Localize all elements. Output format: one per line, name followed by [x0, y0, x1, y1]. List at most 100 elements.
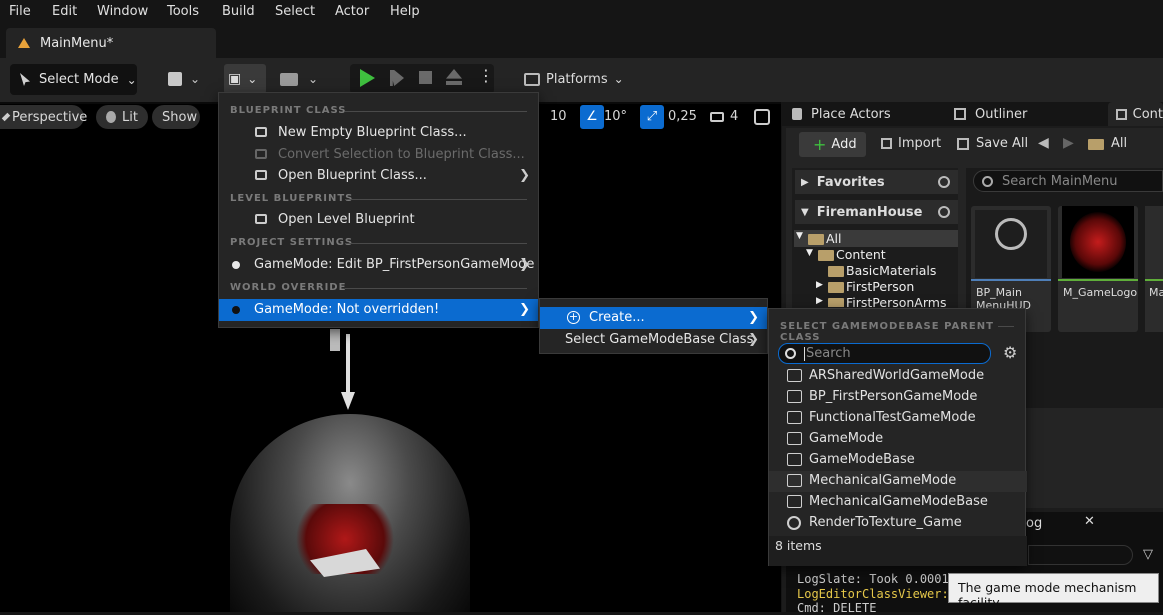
menu-edit[interactable]: Edit [52, 4, 77, 19]
item-label: Convert Selection to Blueprint Class... [278, 147, 525, 162]
play-icon[interactable] [360, 69, 375, 87]
tree-item-basicmaterials[interactable]: BasicMaterials [794, 263, 958, 279]
class-item[interactable]: RenderToTexture_Game [769, 513, 1027, 534]
class-item[interactable]: FunctionalTestGameMode [769, 408, 1027, 429]
create-item[interactable]: + Create... ❯ [540, 307, 767, 329]
chevron-right-icon: ❯ [748, 332, 759, 347]
menu-window[interactable]: Window [97, 4, 148, 19]
add-content-button[interactable]: ⌄ [168, 68, 200, 90]
asset-tile[interactable]: Ma [1145, 206, 1163, 332]
section-header: BLUEPRINT CLASS [230, 105, 347, 116]
convert-selection-item[interactable]: Convert Selection to Blueprint Class... [219, 144, 538, 166]
item-label: Open Blueprint Class... [278, 168, 427, 183]
perspective-button[interactable]: Perspective [0, 105, 87, 129]
tab-place-actors[interactable]: Place Actors [792, 102, 891, 126]
add-button[interactable]: + Add [799, 132, 866, 157]
tab-mainmenu[interactable]: MainMenu* [6, 28, 216, 58]
camera-speed-value[interactable]: 4 [730, 109, 738, 124]
tree-label: BasicMaterials [846, 263, 937, 278]
log-line: LogSlate: Took 0.0001 [797, 572, 949, 586]
class-item[interactable]: BP_FirstPersonGameMode [769, 387, 1027, 408]
blueprints-menu: BLUEPRINT CLASS New Empty Blueprint Clas… [218, 92, 539, 328]
filter-icon[interactable]: ▽ [1143, 547, 1153, 562]
section-header: WORLD OVERRIDE [230, 282, 347, 293]
log-filter-input[interactable] [1028, 545, 1133, 565]
folder-icon [1088, 139, 1104, 150]
folder-icon [828, 266, 844, 277]
lit-button[interactable]: Lit [96, 105, 148, 129]
search-icon [982, 175, 993, 187]
import-label: Import [898, 136, 942, 151]
log-line: Cmd: DELETE [797, 601, 877, 615]
log-tab[interactable]: og [1026, 516, 1042, 531]
tree-label: Content [836, 247, 886, 262]
menu-actor[interactable]: Actor [335, 4, 369, 19]
settings-gear-icon[interactable]: ⚙ [1003, 343, 1017, 362]
class-item[interactable]: GameModeBase [769, 450, 1027, 471]
item-label: Open Level Blueprint [278, 212, 415, 227]
separator [345, 243, 527, 244]
menu-select[interactable]: Select [275, 4, 315, 19]
import-button[interactable]: Import [881, 136, 941, 151]
new-empty-blueprint-item[interactable]: New Empty Blueprint Class... [219, 122, 538, 144]
scale-snap-value[interactable]: 0,25 [668, 109, 697, 124]
search-icon[interactable] [938, 176, 950, 188]
tree-item-firstperson[interactable]: ▶ FirstPerson [794, 279, 958, 295]
show-button[interactable]: Show [152, 105, 200, 129]
class-item[interactable]: GameMode [769, 429, 1027, 450]
class-item[interactable]: ARSharedWorldGameMode [769, 366, 1027, 387]
back-icon[interactable]: ◀ [1038, 135, 1049, 151]
class-icon [787, 453, 802, 466]
chevron-down-icon: ⌄ [247, 72, 258, 86]
stop-icon[interactable] [419, 71, 432, 84]
show-label: Show [162, 109, 198, 125]
path-all[interactable]: All [1111, 136, 1127, 151]
rotation-snap-value[interactable]: 10° [604, 109, 627, 124]
bullet-icon [232, 261, 240, 269]
gamemode-edit-item[interactable]: GameMode: Edit BP_FirstPersonGameMode ❯ [219, 254, 538, 276]
close-icon[interactable]: ✕ [1084, 514, 1095, 529]
tree-item-firstpersonarms[interactable]: ▶ FirstPersonArms [794, 295, 958, 307]
item-label: GameMode: Edit BP_FirstPersonGameMode [254, 257, 535, 272]
chevron-right-icon: ▶ [816, 296, 823, 306]
tree-label: FirstPerson [846, 279, 915, 294]
gamemode-override-item[interactable]: GameMode: Not overridden! ❯ [219, 299, 538, 321]
scale-icon: ⤢ [640, 105, 664, 129]
more-options-icon[interactable]: ⋮ [478, 66, 494, 85]
main-toolbar: Select Mode ⌄ ⌄ ▣ ⌄ ⌄ ⋮ Platforms ⌄ [0, 58, 1163, 102]
section-header: LEVEL BLUEPRINTS [230, 193, 354, 204]
favorites-header[interactable]: ▶ Favorites [795, 170, 958, 194]
class-name: BP_FirstPersonGameMode [809, 389, 978, 404]
select-gamemodebase-item[interactable]: Select GameModeBase Class ❯ [540, 329, 767, 351]
tab-content-browser[interactable]: Cont [1108, 102, 1163, 126]
class-item[interactable]: MechanicalGameMode [769, 471, 1027, 492]
menu-tools[interactable]: Tools [167, 4, 199, 19]
platforms-button[interactable]: Platforms ⌄ [524, 68, 624, 90]
grid-snap-value[interactable]: 10 [550, 109, 567, 124]
project-header[interactable]: ▼ FiremanHouse [795, 200, 958, 224]
tree-item-content[interactable]: ▼ Content [794, 247, 958, 263]
class-search-input[interactable]: Search [778, 343, 991, 364]
asset-type-bar [1058, 279, 1138, 281]
favorites-label: Favorites [816, 174, 885, 190]
tab-outliner[interactable]: Outliner [954, 102, 1027, 126]
layout-icon[interactable] [754, 109, 770, 125]
menu-file[interactable]: File [9, 4, 31, 19]
cinematics-button[interactable]: ⌄ [280, 68, 318, 90]
menu-help[interactable]: Help [390, 4, 420, 19]
forward-icon[interactable]: ▶ [1063, 135, 1074, 151]
menu-build[interactable]: Build [222, 4, 255, 19]
asset-search-input[interactable]: Search MainMenu [973, 170, 1163, 192]
open-blueprint-item[interactable]: Open Blueprint Class... ❯ [219, 165, 538, 187]
blueprints-button[interactable]: ▣ ⌄ [224, 64, 266, 94]
tree-item-all[interactable]: ▼ All [794, 230, 958, 247]
convert-icon [255, 149, 267, 159]
select-mode-button[interactable]: Select Mode ⌄ [10, 64, 137, 95]
class-icon [787, 474, 802, 487]
cube-plus-icon [168, 72, 182, 86]
asset-tile[interactable]: M_GameLogo [1058, 206, 1138, 332]
search-icon[interactable] [938, 206, 950, 218]
save-all-button[interactable]: Save All [957, 136, 1028, 151]
open-level-blueprint-item[interactable]: Open Level Blueprint [219, 209, 538, 231]
class-item[interactable]: MechanicalGameModeBase [769, 492, 1027, 513]
